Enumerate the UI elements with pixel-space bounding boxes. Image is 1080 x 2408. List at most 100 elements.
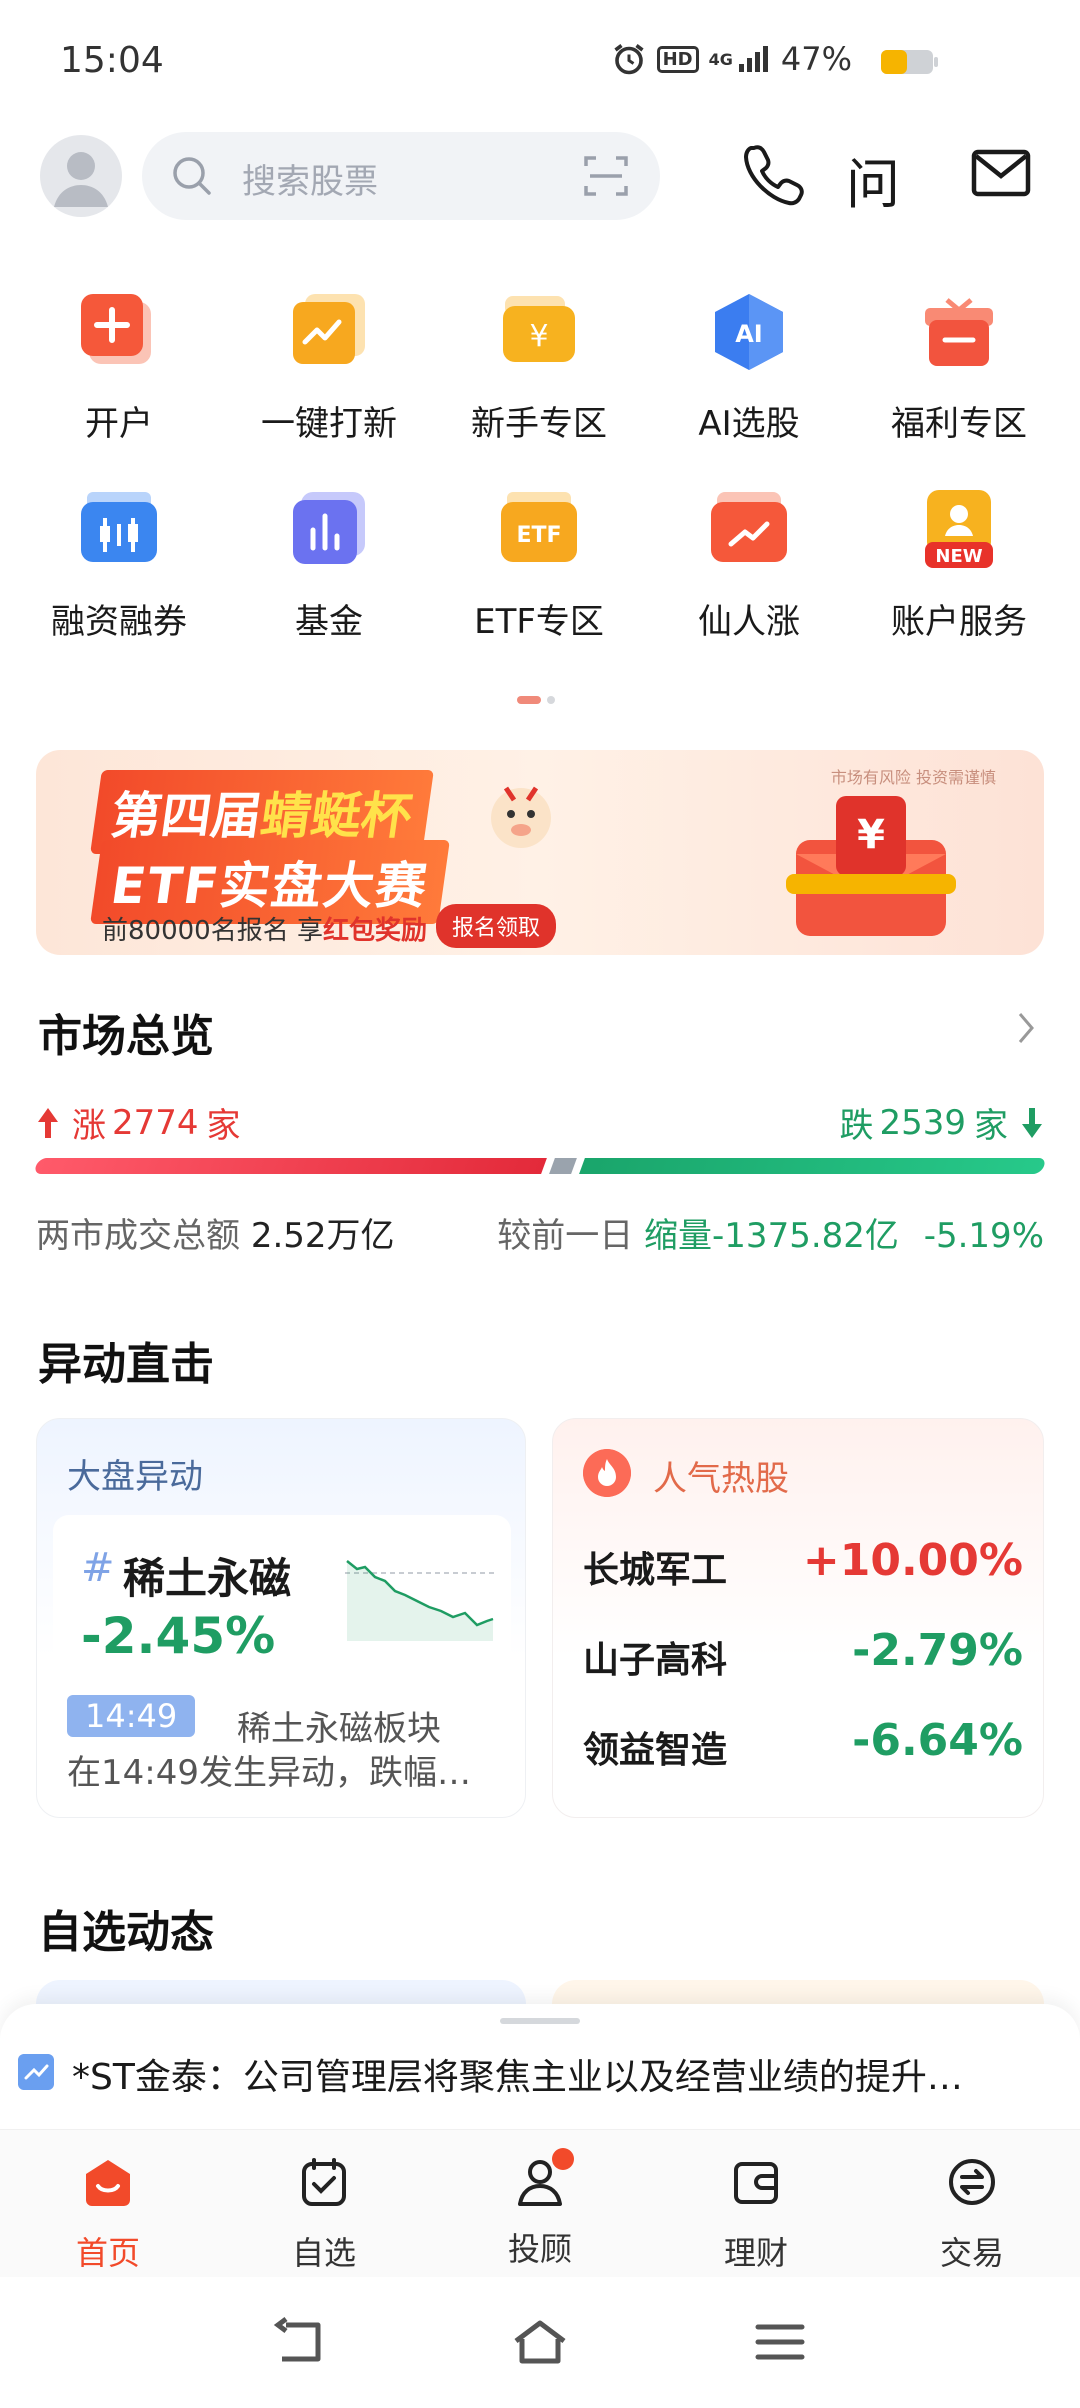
search-input[interactable]: 搜索股票 bbox=[142, 132, 660, 220]
hot-stock-row[interactable]: 山子高科 -2.79% bbox=[583, 1625, 1023, 1691]
decline-segment bbox=[579, 1158, 1047, 1174]
grid-page-indicator bbox=[517, 696, 555, 704]
search-placeholder: 搜索股票 bbox=[242, 162, 378, 202]
chevron-right-icon[interactable] bbox=[1014, 1010, 1038, 1046]
beginner-icon: ¥ bbox=[503, 296, 575, 362]
red-envelope-icon: ¥ bbox=[786, 796, 956, 936]
hot-stocks-title: 人气热股 bbox=[653, 1459, 789, 1499]
gift-icon bbox=[925, 298, 993, 366]
bottom-tab-bar: 首页 自选 投顾 理财 交易 bbox=[0, 2129, 1080, 2277]
banner-signup-button[interactable]: 报名领取 bbox=[436, 904, 557, 948]
tab-wealth[interactable]: 理财 bbox=[656, 2154, 856, 2274]
hd-badge: HD bbox=[656, 45, 699, 73]
up-label: 涨 bbox=[72, 1106, 106, 1146]
movers-title: 异动直击 bbox=[38, 1339, 214, 1390]
grid-item-beginner[interactable]: ¥ 新手专区 bbox=[434, 290, 644, 445]
user-avatar-icon bbox=[54, 152, 108, 207]
grid-item-etf[interactable]: ETF ETF专区 bbox=[434, 488, 644, 643]
promo-banner[interactable]: 市场有风险 投资需谨慎 第四届蜻蜓杯 ETF实盘大赛 前80000名报名 享红包… bbox=[36, 750, 1044, 955]
move-detail: # 稀土永磁 -2.45% bbox=[53, 1515, 511, 1695]
notification-dot bbox=[552, 2148, 574, 2170]
grid-item-rise[interactable]: 仙人涨 bbox=[644, 488, 854, 643]
open-account-icon bbox=[81, 294, 151, 364]
news-trend-icon bbox=[18, 2054, 54, 2090]
etf-icon: ETF bbox=[501, 492, 577, 562]
back-icon[interactable] bbox=[272, 2317, 328, 2367]
etf-glyph: ETF bbox=[516, 523, 561, 548]
grid-item-fund[interactable]: 基金 bbox=[224, 488, 434, 643]
grid-item-account-service[interactable]: NEW 账户服务 bbox=[854, 488, 1064, 643]
menu-icon[interactable] bbox=[752, 2317, 808, 2367]
drag-handle[interactable] bbox=[500, 2018, 580, 2024]
risk-note: 市场有风险 投资需谨慎 bbox=[830, 768, 996, 787]
hot-stock-row[interactable]: 长城军工 +10.00% bbox=[583, 1535, 1023, 1601]
flat-segment bbox=[549, 1158, 577, 1174]
network-label: 4G bbox=[708, 49, 733, 69]
sector-change: -2.45% bbox=[81, 1607, 276, 1665]
phone-icon[interactable] bbox=[740, 140, 806, 206]
envelope-yen-glyph: ¥ bbox=[857, 812, 885, 858]
grid-item-open-account[interactable]: 开户 bbox=[14, 290, 224, 445]
move-desc-line2: 在14:49发生异动，跌幅… bbox=[67, 1753, 471, 1793]
search-icon bbox=[173, 157, 211, 195]
news-text: *ST金泰：公司管理层将聚焦主业以及经营业绩的提升… bbox=[72, 2057, 963, 2098]
tab-label: 交易 bbox=[939, 2234, 1004, 2272]
tab-trade[interactable]: 交易 bbox=[872, 2154, 1072, 2274]
tab-advisor[interactable]: 投顾 bbox=[440, 2148, 640, 2270]
wallet-tab-icon bbox=[734, 2162, 778, 2204]
grid-label: 开户 bbox=[85, 404, 153, 444]
hot-stocks-card[interactable]: 人气热股 长城军工 +10.00% 山子高科 -2.79% 领益智造 -6.64… bbox=[552, 1418, 1044, 1818]
up-arrow-icon bbox=[38, 1107, 58, 1138]
trade-tab-icon bbox=[949, 2159, 995, 2205]
down-arrow-icon bbox=[1022, 1107, 1042, 1138]
quick-entry-grid: 开户 一键打新 ¥ 新手专区 AI AI选股 福利专区 融资融券 基金 ETF … bbox=[0, 280, 1080, 660]
grid-label: ETF专区 bbox=[474, 602, 604, 642]
avatar[interactable] bbox=[40, 135, 122, 217]
mail-icon[interactable] bbox=[968, 140, 1034, 206]
banner-offer: 前80000名报名 享红包奖励 bbox=[102, 910, 427, 947]
banner-title-a: 第四届 bbox=[107, 787, 266, 845]
alarm-icon bbox=[614, 44, 644, 75]
banner-offer-b: 红包奖励 bbox=[322, 916, 427, 946]
tab-home[interactable]: 首页 bbox=[8, 2154, 208, 2274]
ai-icon: AI bbox=[715, 294, 783, 370]
compare-value: 缩量-1375.82亿 bbox=[644, 1216, 899, 1256]
compare-label: 较前一日 bbox=[497, 1216, 634, 1256]
ai-glyph: AI bbox=[735, 320, 763, 348]
status-icons: HD 4G 47% bbox=[611, 40, 852, 78]
grid-item-new-stock[interactable]: 一键打新 bbox=[224, 290, 434, 445]
hot-stock-row[interactable]: 领益智造 -6.64% bbox=[583, 1715, 1023, 1781]
turnover-compare: 较前一日 缩量-1375.82亿 -5.19% bbox=[497, 1208, 1044, 1257]
market-move-card[interactable]: 大盘异动 # 稀土永磁 -2.45% 14:49 稀土永磁板块 在14:49发生… bbox=[36, 1418, 526, 1818]
home-icon[interactable] bbox=[510, 2317, 570, 2367]
banner-offer-a: 前80000名报名 享 bbox=[102, 916, 323, 946]
status-time: 15:04 bbox=[60, 40, 164, 81]
news-ticker[interactable]: *ST金泰：公司管理层将聚焦主业以及经营业绩的提升… bbox=[0, 2004, 1080, 2129]
watchlist-tab-icon bbox=[302, 2158, 346, 2206]
tab-label: 首页 bbox=[75, 2234, 140, 2272]
tab-watchlist[interactable]: 自选 bbox=[224, 2154, 424, 2274]
ask-icon[interactable]: 问 bbox=[846, 140, 900, 219]
signal-icon bbox=[738, 46, 768, 72]
up-unit: 家 bbox=[206, 1106, 241, 1146]
advance-segment bbox=[33, 1158, 547, 1174]
move-desc-line1: 稀土永磁板块 bbox=[237, 1709, 441, 1749]
market-decliners: 跌 2539 家 bbox=[839, 1098, 1044, 1147]
grid-item-ai-stock[interactable]: AI AI选股 bbox=[644, 290, 854, 445]
turnover-value: 2.52万亿 bbox=[250, 1216, 395, 1256]
compare-pct: -5.19% bbox=[923, 1216, 1044, 1256]
grid-label: 基金 bbox=[295, 602, 363, 642]
down-unit: 家 bbox=[974, 1106, 1008, 1146]
banner-title-b: 蜻蜓杯 bbox=[257, 787, 416, 845]
grid-item-margin[interactable]: 融资融券 bbox=[14, 488, 224, 643]
tab-label: 理财 bbox=[723, 2234, 788, 2272]
tab-label: 自选 bbox=[291, 2234, 356, 2272]
account-service-icon: NEW bbox=[925, 490, 993, 568]
grid-label: 仙人涨 bbox=[698, 602, 800, 642]
stock-name: 山子高科 bbox=[583, 1640, 728, 1681]
stock-name: 长城军工 bbox=[583, 1550, 728, 1591]
scan-icon[interactable] bbox=[582, 152, 630, 200]
down-count: 2539 bbox=[879, 1102, 966, 1143]
yen-glyph: ¥ bbox=[529, 319, 548, 354]
grid-item-benefits[interactable]: 福利专区 bbox=[854, 290, 1064, 445]
